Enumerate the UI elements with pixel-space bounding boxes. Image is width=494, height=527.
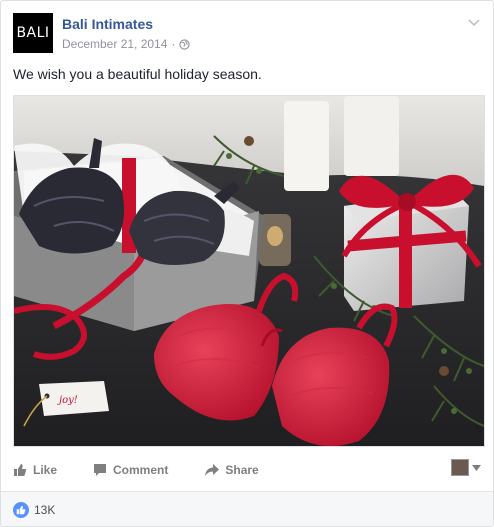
like-count[interactable]: 13K [13, 502, 55, 518]
like-label: Like [33, 463, 58, 477]
page-avatar[interactable]: BALI [13, 13, 53, 53]
profile-thumbnail [451, 459, 469, 476]
share-label: Share [225, 463, 259, 477]
post-meta: December 21, 2014 · [62, 37, 191, 51]
like-count-text: 13K [34, 503, 56, 517]
reactions-bar: 13K [1, 491, 493, 526]
chevron-down-icon[interactable] [467, 15, 481, 29]
holiday-lingerie-image: joy! [14, 96, 484, 446]
post-photo[interactable]: joy! [13, 95, 485, 447]
post-header: BALI Bali Intimates December 21, 2014 · [13, 13, 481, 55]
meta-separator: · [171, 37, 176, 51]
post-actions: Like Comment Share [13, 456, 481, 484]
like-reaction-icon [13, 502, 29, 518]
logo-text: BALI [16, 25, 50, 41]
caret-down-icon [472, 464, 481, 471]
share-button[interactable]: Share [204, 463, 259, 477]
share-arrow-icon [205, 464, 220, 476]
thumbs-up-icon [14, 464, 27, 476]
like-button[interactable]: Like [13, 463, 57, 477]
post-card: BALI Bali Intimates December 21, 2014 · … [0, 0, 494, 527]
globe-icon[interactable] [179, 38, 191, 50]
audience-selector[interactable] [451, 459, 481, 476]
comment-label: Comment [113, 463, 169, 477]
post-text: We wish you a beautiful holiday season. [13, 66, 262, 82]
page-name-link[interactable]: Bali Intimates [62, 16, 153, 32]
comment-icon [94, 464, 107, 476]
post-date[interactable]: December 21, 2014 [62, 37, 167, 51]
comment-button[interactable]: Comment [93, 463, 168, 477]
gift-tag-text: joy! [57, 395, 78, 406]
